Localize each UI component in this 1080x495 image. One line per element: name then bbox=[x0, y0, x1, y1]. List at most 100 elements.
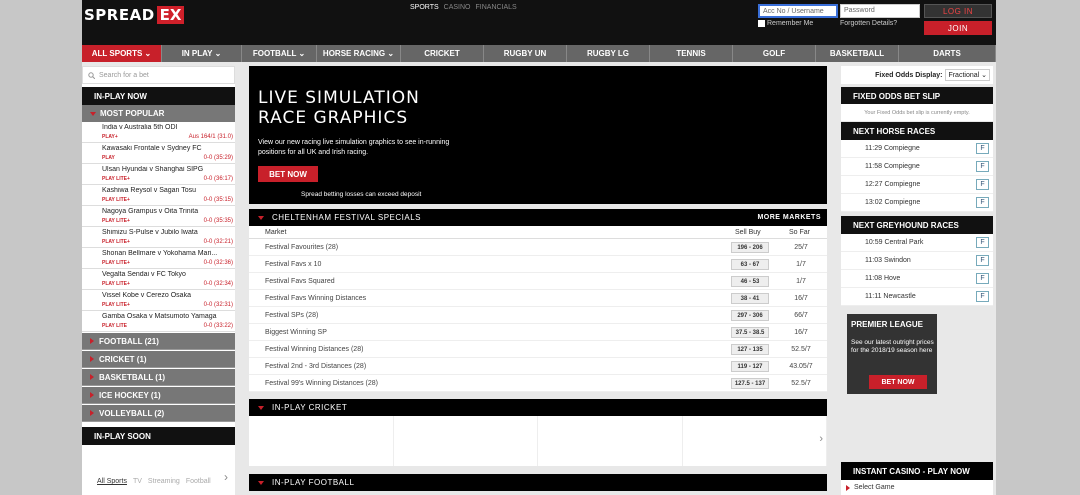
sport-row[interactable]: FOOTBALL (21) bbox=[82, 333, 235, 350]
race-row[interactable]: 12:27 Compiegne F bbox=[841, 176, 993, 194]
form-button[interactable]: F bbox=[976, 179, 989, 190]
cheltenham-header[interactable]: CHELTENHAM FESTIVAL SPECIALS MORE MARKET… bbox=[249, 209, 827, 226]
inplay-football-header[interactable]: IN-PLAY FOOTBALL bbox=[249, 474, 827, 491]
nav-in-play[interactable]: IN PLAY ⌄ bbox=[162, 45, 242, 62]
match-row[interactable]: India v Australia 5th ODI PLAY+ Aus 164/1 … bbox=[82, 122, 235, 143]
odds-format-select[interactable]: Fractional ⌄ bbox=[945, 69, 990, 81]
race-row[interactable]: 11:29 Compiegne F bbox=[841, 140, 993, 158]
sell-buy-price[interactable]: 46 - 53 bbox=[731, 276, 769, 287]
forgotten-details-link[interactable]: Forgotten Details? bbox=[840, 20, 897, 27]
match-row[interactable]: Vissel Kobe v Cerezo Osaka PLAY LITE+ 0-0 … bbox=[82, 290, 235, 311]
race-name[interactable]: 11:11 Newcastle bbox=[865, 293, 916, 300]
sell-buy-price[interactable]: 37.5 - 38.5 bbox=[731, 327, 769, 338]
sell-buy-price[interactable]: 38 - 41 bbox=[731, 293, 769, 304]
inplay-cricket-header[interactable]: IN-PLAY CRICKET bbox=[249, 399, 827, 416]
logo[interactable]: SPREAD EX bbox=[84, 5, 185, 24]
nav-rugby-union[interactable]: RUGBY UN bbox=[484, 45, 567, 62]
table-row[interactable]: Festival Favs Squared 46 - 53 1/7 bbox=[249, 273, 827, 290]
market-name[interactable]: Festival Favs Winning Distances bbox=[265, 295, 366, 302]
tab-all-sports[interactable]: All Sports bbox=[97, 478, 127, 485]
sport-row[interactable]: CRICKET (1) bbox=[82, 351, 235, 368]
cricket-card[interactable] bbox=[394, 416, 538, 466]
match-row[interactable]: Nagoya Grampus v Oita Trinita PLAY LITE+ 0… bbox=[82, 206, 235, 227]
chevron-right-icon[interactable]: › bbox=[224, 470, 228, 484]
race-name[interactable]: 11:58 Compiegne bbox=[865, 163, 920, 170]
nav-basketball[interactable]: BASKETBALL bbox=[816, 45, 899, 62]
table-row[interactable]: Festival Favs x 10 63 - 67 1/7 bbox=[249, 256, 827, 273]
top-link-casino[interactable]: CASINO bbox=[444, 4, 471, 11]
market-name[interactable]: Festival Favourites (28) bbox=[265, 244, 338, 251]
top-link-financials[interactable]: FINANCIALS bbox=[476, 4, 517, 11]
race-row[interactable]: 11:03 Swindon F bbox=[841, 252, 993, 270]
nav-all-sports[interactable]: ALL SPORTS ⌄ bbox=[82, 45, 162, 62]
sell-buy-price[interactable]: 127.5 - 137 bbox=[731, 378, 769, 389]
nav-cricket[interactable]: CRICKET bbox=[401, 45, 484, 62]
match-row[interactable]: Ulsan Hyundai v Shanghai SIPG PLAY LITE+ 0… bbox=[82, 164, 235, 185]
tab-football[interactable]: Football bbox=[186, 478, 211, 485]
form-button[interactable]: F bbox=[976, 197, 989, 208]
nav-horse-racing[interactable]: HORSE RACING ⌄ bbox=[317, 45, 401, 62]
bet-now-button[interactable]: BET NOW bbox=[258, 166, 318, 182]
race-name[interactable]: 11:03 Swindon bbox=[865, 257, 911, 264]
nav-golf[interactable]: GOLF bbox=[733, 45, 816, 62]
race-row[interactable]: 11:11 Newcastle F bbox=[841, 288, 993, 306]
match-row[interactable]: Kawasaki Frontale v Sydney FC PLAY 0-0 (35… bbox=[82, 143, 235, 164]
sell-buy-price[interactable]: 63 - 67 bbox=[731, 259, 769, 270]
match-row[interactable]: Shimizu S-Pulse v Jubilo Iwata PLAY LITE+… bbox=[82, 227, 235, 248]
race-name[interactable]: 12:27 Compiegne bbox=[865, 181, 920, 188]
search-input[interactable]: Search for a bet bbox=[82, 66, 235, 84]
market-name[interactable]: Festival 99's Winning Distances (28) bbox=[265, 380, 378, 387]
race-name[interactable]: 11:29 Compiegne bbox=[865, 145, 920, 152]
select-game[interactable]: Select Game bbox=[841, 480, 993, 495]
table-row[interactable]: Festival Favs Winning Distances 38 - 41 16… bbox=[249, 290, 827, 307]
table-row[interactable]: Festival SPs (28) 297 - 306 66/7 bbox=[249, 307, 827, 324]
log-in-button[interactable]: LOG IN bbox=[924, 4, 992, 18]
race-row[interactable]: 13:02 Compiegne F bbox=[841, 194, 993, 212]
form-button[interactable]: F bbox=[976, 255, 989, 266]
nav-rugby-league[interactable]: RUGBY LG bbox=[567, 45, 650, 62]
table-row[interactable]: Festival 99's Winning Distances (28) 127.… bbox=[249, 375, 827, 392]
sport-row[interactable]: BASKETBALL (1) bbox=[82, 369, 235, 386]
nav-darts[interactable]: DARTS bbox=[899, 45, 996, 62]
market-name[interactable]: Festival SPs (28) bbox=[265, 312, 318, 319]
race-row[interactable]: 11:08 Hove F bbox=[841, 270, 993, 288]
sport-row[interactable]: ICE HOCKEY (1) bbox=[82, 387, 235, 404]
market-name[interactable]: Festival 2nd - 3rd Distances (28) bbox=[265, 363, 366, 370]
table-row[interactable]: Festival Winning Distances (28) 127 - 135… bbox=[249, 341, 827, 358]
tab-streaming[interactable]: Streaming bbox=[148, 478, 180, 485]
race-row[interactable]: 10:59 Central Park F bbox=[841, 234, 993, 252]
password-input[interactable]: Password bbox=[840, 4, 920, 18]
remember-me[interactable]: Remember Me bbox=[758, 20, 813, 27]
market-name[interactable]: Festival Favs x 10 bbox=[265, 261, 321, 268]
sport-row[interactable]: VOLLEYBALL (2) bbox=[82, 405, 235, 422]
table-row[interactable]: Festival Favourites (28) 196 - 206 25/7 bbox=[249, 239, 827, 256]
race-row[interactable]: 11:58 Compiegne F bbox=[841, 158, 993, 176]
form-button[interactable]: F bbox=[976, 273, 989, 284]
sell-buy-price[interactable]: 127 - 135 bbox=[731, 344, 769, 355]
account-input[interactable]: Acc No / Username bbox=[758, 4, 838, 18]
form-button[interactable]: F bbox=[976, 291, 989, 302]
most-popular-header[interactable]: MOST POPULAR bbox=[82, 105, 235, 122]
match-row[interactable]: Kashiwa Reysol v Sagan Tosu PLAY LITE+ 0-0… bbox=[82, 185, 235, 206]
tab-tv[interactable]: TV bbox=[133, 478, 142, 485]
cricket-card[interactable] bbox=[683, 416, 827, 466]
cricket-card[interactable] bbox=[249, 416, 394, 466]
top-link-sports[interactable]: SPORTS bbox=[410, 4, 439, 11]
table-row[interactable]: Biggest Winning SP 37.5 - 38.5 16/7 bbox=[249, 324, 827, 341]
sell-buy-price[interactable]: 297 - 306 bbox=[731, 310, 769, 321]
table-row[interactable]: Festival 2nd - 3rd Distances (28) 119 - 1… bbox=[249, 358, 827, 375]
market-name[interactable]: Festival Winning Distances (28) bbox=[265, 346, 363, 353]
cricket-card[interactable] bbox=[538, 416, 683, 466]
market-name[interactable]: Biggest Winning SP bbox=[265, 329, 327, 336]
market-name[interactable]: Festival Favs Squared bbox=[265, 278, 335, 285]
nav-football[interactable]: FOOTBALL ⌄ bbox=[242, 45, 317, 62]
form-button[interactable]: F bbox=[976, 143, 989, 154]
race-name[interactable]: 11:08 Hove bbox=[865, 275, 900, 282]
sell-buy-price[interactable]: 119 - 127 bbox=[731, 361, 769, 372]
chevron-right-icon[interactable]: › bbox=[819, 433, 823, 445]
match-row[interactable]: Vegalta Sendai v FC Tokyo PLAY LITE+ 0-0 (… bbox=[82, 269, 235, 290]
match-row[interactable]: Shonan Bellmare v Yokohama Mari... PLAY L… bbox=[82, 248, 235, 269]
race-name[interactable]: 10:59 Central Park bbox=[865, 239, 923, 246]
sell-buy-price[interactable]: 196 - 206 bbox=[731, 242, 769, 253]
form-button[interactable]: F bbox=[976, 161, 989, 172]
